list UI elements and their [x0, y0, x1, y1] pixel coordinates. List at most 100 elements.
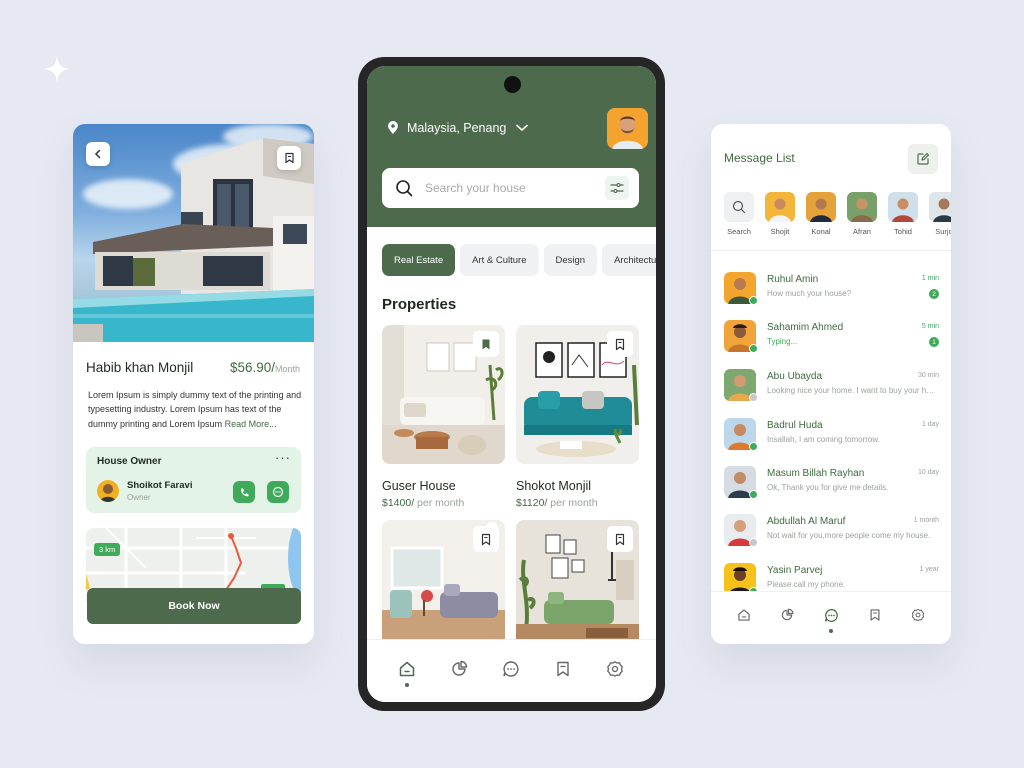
compose-button[interactable] — [908, 144, 938, 174]
sparkle-icon — [43, 55, 71, 83]
chart-icon — [781, 608, 794, 621]
tab-analytics[interactable] — [447, 657, 471, 681]
tab-messages[interactable] — [499, 657, 523, 681]
property-name[interactable]: Shokot Monjil — [516, 479, 591, 493]
offline-status-indicator — [749, 393, 758, 402]
conversation-item[interactable]: Masum Billah Rayhan Ok, Thank you for gi… — [724, 466, 939, 506]
bookmark-button[interactable] — [607, 526, 633, 552]
story-label: Shojit — [770, 227, 790, 236]
tab-saved[interactable] — [866, 606, 884, 624]
story-label: Surjo — [935, 227, 951, 236]
message-time: 1 year — [919, 566, 939, 573]
back-button[interactable] — [86, 142, 110, 166]
avatar — [806, 192, 836, 222]
price-value: $56.90/ — [229, 360, 275, 375]
story-search[interactable]: Search — [724, 192, 754, 236]
unread-badge: 1 — [929, 337, 939, 347]
phone-icon — [240, 488, 248, 496]
category-chip-art-culture[interactable]: Art & Culture — [460, 244, 539, 276]
search-input[interactable]: Search your house — [425, 181, 526, 195]
bottom-tab-bar — [367, 639, 656, 702]
story-contact[interactable]: Shojit — [765, 192, 795, 236]
conversation-item[interactable]: Sahamim Ahmed Typing... 5 min 1 — [724, 320, 939, 360]
conversation-item[interactable]: Abu Ubayda Looking nice your home. I wan… — [724, 369, 939, 409]
book-now-button[interactable]: Book Now — [87, 588, 301, 624]
filter-icon — [610, 182, 624, 194]
tab-home[interactable] — [735, 606, 753, 624]
story-contact[interactable]: Surjo — [929, 192, 951, 236]
bookmark-button[interactable] — [277, 146, 301, 170]
property-name[interactable]: Guser House — [382, 479, 456, 493]
tab-saved[interactable] — [551, 657, 575, 681]
bookmark-icon — [481, 533, 491, 545]
active-tab-indicator — [829, 629, 833, 633]
story-contact[interactable]: Konal — [806, 192, 836, 236]
property-card-image[interactable] — [516, 325, 639, 464]
more-options-button[interactable]: ··· — [275, 450, 291, 465]
category-chips: Real Estate Art & Culture Design Architectu… — [382, 244, 656, 278]
property-price: $56.90/Month — [230, 360, 300, 375]
read-more-link[interactable]: Read More... — [225, 419, 277, 429]
location-selector[interactable]: Malaysia, Penang — [387, 121, 529, 135]
location-pin-icon — [388, 121, 398, 134]
settings-icon — [911, 608, 925, 622]
bookmark-icon — [615, 338, 625, 350]
message-time: 5 min — [921, 323, 939, 330]
price-value: $1120/ — [516, 497, 548, 509]
conversation-item[interactable]: Ruhul Amin How much your house? 1 min 2 — [724, 272, 939, 312]
tab-settings[interactable] — [909, 606, 927, 624]
conversation-item[interactable]: Abdullah Al Maruf Not wait for you,more … — [724, 514, 939, 554]
message-time: 1 day — [921, 421, 939, 428]
story-contact[interactable]: Tohid — [888, 192, 918, 236]
message-list-screen: Message List Search Shojit Konal Afran T… — [711, 124, 951, 644]
message-preview: Not wait for you,more people come my hou… — [767, 531, 931, 540]
category-chip-real-estate[interactable]: Real Estate — [382, 244, 456, 276]
chat-icon — [824, 608, 838, 622]
online-status-indicator — [749, 296, 758, 305]
category-chip-design[interactable]: Design — [543, 244, 598, 276]
bookmark-button[interactable] — [473, 331, 499, 357]
profile-avatar[interactable] — [607, 108, 648, 149]
chevron-left-icon — [94, 149, 101, 159]
conversation-item[interactable]: Badrul Huda Insallah, I am coming tomorr… — [724, 418, 939, 458]
bookmark-button[interactable] — [473, 526, 499, 552]
property-card-image[interactable] — [382, 325, 505, 464]
online-status-indicator — [749, 344, 758, 353]
contact-name: Sahamim Ahmed — [767, 322, 844, 333]
house-owner-panel: House Owner ··· Shoikot Faravi Owner — [86, 447, 301, 513]
filter-button[interactable] — [605, 176, 629, 200]
chat-icon — [272, 486, 284, 498]
bookmark-button[interactable] — [607, 331, 633, 357]
property-price: $1120/ per month — [516, 497, 598, 509]
message-owner-button[interactable] — [267, 481, 289, 503]
search-button[interactable] — [724, 192, 754, 222]
owner-avatar — [97, 480, 119, 502]
property-title: Habib khan Monjil — [86, 360, 194, 375]
avatar — [888, 192, 918, 222]
offline-status-indicator — [749, 538, 758, 547]
home-screen: Malaysia, Penang Search your house Real … — [367, 66, 656, 702]
property-description: Lorem Ipsum is simply dummy text of the … — [88, 388, 306, 431]
message-time: 10 day — [917, 469, 939, 476]
search-icon — [732, 200, 746, 214]
message-time: 1 month — [913, 517, 939, 524]
tab-analytics[interactable] — [778, 606, 796, 624]
chart-icon — [452, 660, 468, 676]
tab-home[interactable] — [395, 657, 419, 681]
contact-name: Yasin Parvej — [767, 565, 823, 576]
bookmark-icon — [615, 533, 625, 545]
search-icon — [396, 180, 413, 197]
phone-frame: Malaysia, Penang Search your house Real … — [358, 57, 665, 711]
call-owner-button[interactable] — [233, 481, 255, 503]
tab-messages[interactable] — [822, 606, 840, 624]
message-preview: How much your house? — [767, 289, 852, 298]
divider — [711, 250, 951, 251]
category-chip-architecture[interactable]: Architecture — [602, 244, 656, 276]
unread-badge: 2 — [929, 289, 939, 299]
story-label: Tohid — [894, 227, 912, 236]
search-bar[interactable]: Search your house — [382, 168, 639, 208]
story-label: Konal — [811, 227, 831, 236]
story-contact[interactable]: Afran — [847, 192, 877, 236]
owner-role: Owner — [127, 493, 151, 502]
tab-settings[interactable] — [603, 657, 627, 681]
